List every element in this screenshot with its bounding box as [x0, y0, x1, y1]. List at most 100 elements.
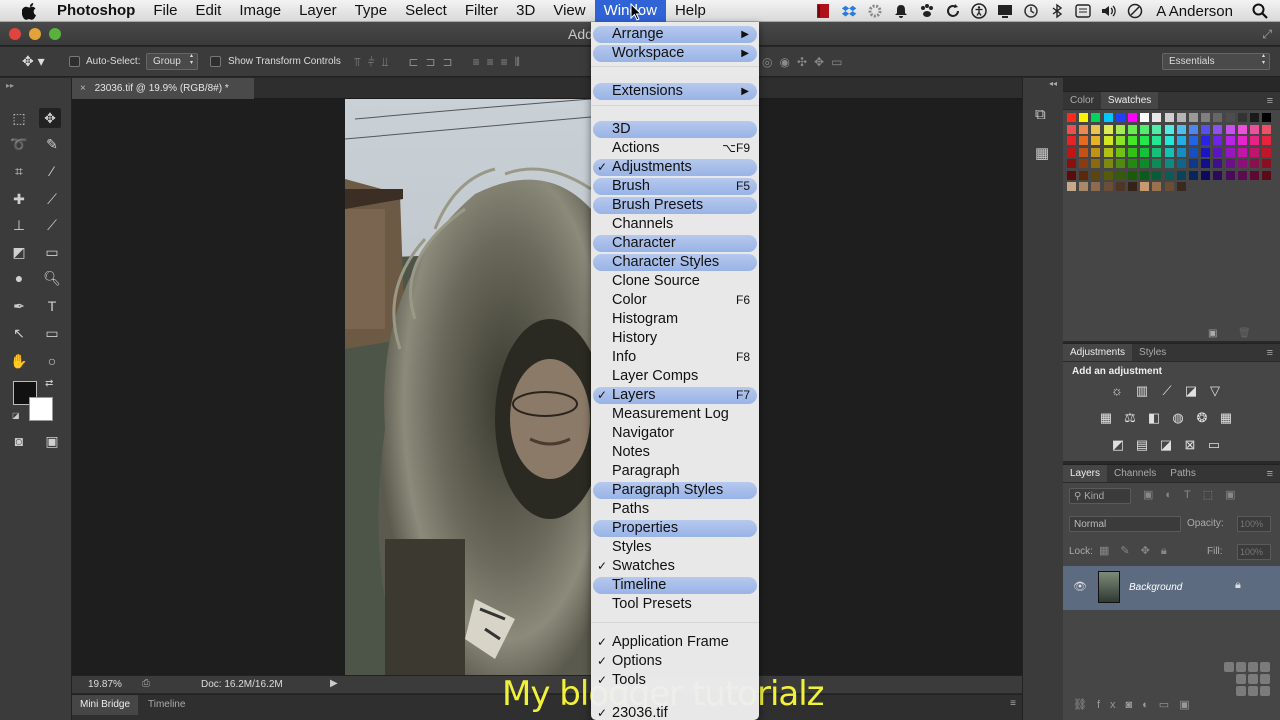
color-swatch[interactable] — [1189, 147, 1198, 157]
color-swatch[interactable] — [1140, 170, 1150, 180]
menu-item-brush[interactable]: Brush F5 — [591, 177, 759, 196]
history-panel-icon[interactable]: ⧉ — [1035, 106, 1046, 123]
color-swatch[interactable] — [1237, 170, 1247, 180]
time-machine-icon[interactable] — [1023, 3, 1039, 19]
color-swatch[interactable] — [1067, 124, 1076, 134]
color-swatch[interactable] — [1189, 159, 1198, 168]
user-name[interactable]: A Anderson — [1148, 3, 1247, 20]
color-swatch[interactable] — [1140, 136, 1150, 145]
photo-filter-icon[interactable]: ◍ — [1170, 411, 1186, 425]
color-swatch[interactable] — [1079, 124, 1089, 134]
spotlight-search-icon[interactable] — [1252, 3, 1268, 19]
color-swatch[interactable] — [1201, 147, 1211, 157]
tab-channels[interactable]: Channels — [1107, 465, 1163, 482]
tab-layers[interactable]: Layers — [1063, 465, 1108, 482]
path-select-tool-icon[interactable]: ↖ — [8, 323, 30, 343]
menu-edit[interactable]: Edit — [187, 0, 231, 22]
threshold-icon[interactable]: ◪ — [1158, 438, 1174, 452]
blend-mode-dropdown[interactable]: Normal — [1069, 516, 1181, 532]
filter-type-icons[interactable]: ▣◐T⬚▣ — [1143, 488, 1248, 501]
3d-rotate-icon[interactable]: ◎ — [762, 55, 772, 69]
color-swatch[interactable] — [1237, 136, 1247, 145]
color-swatch[interactable] — [1250, 147, 1259, 157]
zoom-window-button[interactable] — [49, 28, 61, 40]
eraser-tool-icon[interactable]: ◩ — [8, 242, 30, 262]
color-swatch[interactable] — [1213, 124, 1223, 134]
menu-filter[interactable]: Filter — [456, 0, 507, 22]
blur-tool-icon[interactable]: ● — [8, 268, 30, 288]
color-swatch[interactable] — [1079, 147, 1089, 157]
gradient-tool-icon[interactable]: ▭ — [41, 242, 63, 262]
3d-scale-icon[interactable]: ▭ — [831, 55, 842, 69]
collapse-arrows-icon[interactable]: ◂◂ — [1049, 79, 1057, 88]
color-swatch[interactable] — [1237, 159, 1247, 168]
color-swatch[interactable] — [1115, 170, 1125, 180]
panel-menu-icon[interactable]: ≡ — [1267, 347, 1273, 359]
dropbox-icon[interactable] — [841, 3, 857, 19]
color-swatch[interactable] — [1176, 182, 1186, 191]
color-swatch[interactable] — [1262, 170, 1272, 180]
color-swatch[interactable] — [1091, 159, 1101, 168]
layer-row[interactable]: 👁︎ Background 🔒︎ — [1063, 566, 1280, 610]
color-swatch[interactable] — [1213, 136, 1223, 145]
panel-menu-icon[interactable]: ≡ — [1267, 468, 1273, 480]
menu-item-clone-source[interactable]: Clone Source — [591, 272, 759, 291]
color-swatch[interactable] — [1189, 124, 1198, 134]
red-book-icon[interactable] — [815, 3, 831, 19]
color-swatch[interactable] — [1164, 124, 1174, 134]
close-document-icon[interactable]: × — [80, 83, 86, 94]
color-balance-icon[interactable]: ⚖ — [1122, 411, 1138, 425]
move-tool-icon[interactable]: ✥ — [39, 108, 61, 128]
color-swatch[interactable] — [1152, 113, 1162, 122]
color-swatch[interactable] — [1262, 136, 1272, 145]
distribute-bottom-icon[interactable]: ≡ — [501, 55, 508, 70]
quick-select-tool-icon[interactable]: ✎ — [41, 134, 63, 154]
levels-icon[interactable]: ▥ — [1134, 384, 1150, 398]
color-swatch[interactable] — [1128, 124, 1137, 134]
color-swatch[interactable] — [1128, 147, 1137, 157]
color-swatch[interactable] — [1225, 136, 1235, 145]
color-swatch[interactable] — [1213, 147, 1223, 157]
color-swatch[interactable] — [1213, 159, 1223, 168]
menu-item-histogram[interactable]: Histogram — [591, 310, 759, 329]
status-export-icon[interactable]: ⎙ — [142, 678, 150, 689]
rectangle-tool-icon[interactable]: ▭ — [41, 323, 63, 343]
color-swatch[interactable] — [1103, 182, 1113, 191]
color-swatch[interactable] — [1237, 124, 1247, 134]
color-swatch[interactable] — [1091, 136, 1101, 145]
status-arrow-icon[interactable]: ▶ — [330, 678, 338, 689]
color-swatch[interactable] — [1237, 113, 1247, 122]
color-swatch[interactable] — [1128, 136, 1137, 145]
apple-icon[interactable] — [21, 2, 38, 20]
panel-menu-icon[interactable]: ≡ — [1267, 95, 1273, 107]
menu-item-character-styles[interactable]: Character Styles — [591, 253, 759, 272]
screen-mode-icon[interactable]: ▣ — [41, 431, 63, 451]
color-swatch[interactable] — [1103, 113, 1113, 122]
menu-item-notes[interactable]: Notes — [591, 443, 759, 462]
menu-item-paths[interactable]: Paths — [591, 500, 759, 519]
lock-icons[interactable]: ▦✎✥🔒︎ — [1099, 544, 1178, 558]
align-bottom-icon[interactable]: ⫫ — [382, 55, 389, 70]
color-swatch[interactable] — [1115, 147, 1125, 157]
color-swatch[interactable] — [1140, 147, 1150, 157]
color-swatch[interactable] — [1128, 159, 1137, 168]
document-image[interactable] — [345, 99, 591, 675]
menu-view[interactable]: View — [544, 0, 594, 22]
menu-item-3d[interactable]: 3D — [591, 120, 759, 139]
3d-mode-buttons[interactable]: ◎ ◉ ✣ ✥ ▭ — [762, 55, 842, 69]
panel-collapse-icon[interactable]: ▸▸ — [6, 81, 14, 90]
distribute-top-icon[interactable]: ≡ — [473, 55, 480, 70]
color-swatch[interactable] — [1091, 124, 1101, 134]
lasso-tool-icon[interactable]: ➰ — [8, 134, 30, 154]
workspace-switcher[interactable]: Essentials — [1162, 53, 1270, 70]
color-swatch[interactable] — [1103, 170, 1113, 180]
color-swatch[interactable] — [1250, 170, 1259, 180]
menu-item-brush-presets[interactable]: Brush Presets — [591, 196, 759, 215]
color-swatch[interactable] — [1079, 159, 1089, 168]
color-swatch[interactable] — [1115, 113, 1125, 122]
menu-item-channels[interactable]: Channels — [591, 215, 759, 234]
brightness-contrast-icon[interactable]: ☼ — [1109, 384, 1125, 398]
tab-swatches[interactable]: Swatches — [1100, 92, 1159, 109]
color-swatch[interactable] — [1103, 136, 1113, 145]
auto-select-checkbox[interactable] — [69, 56, 80, 67]
